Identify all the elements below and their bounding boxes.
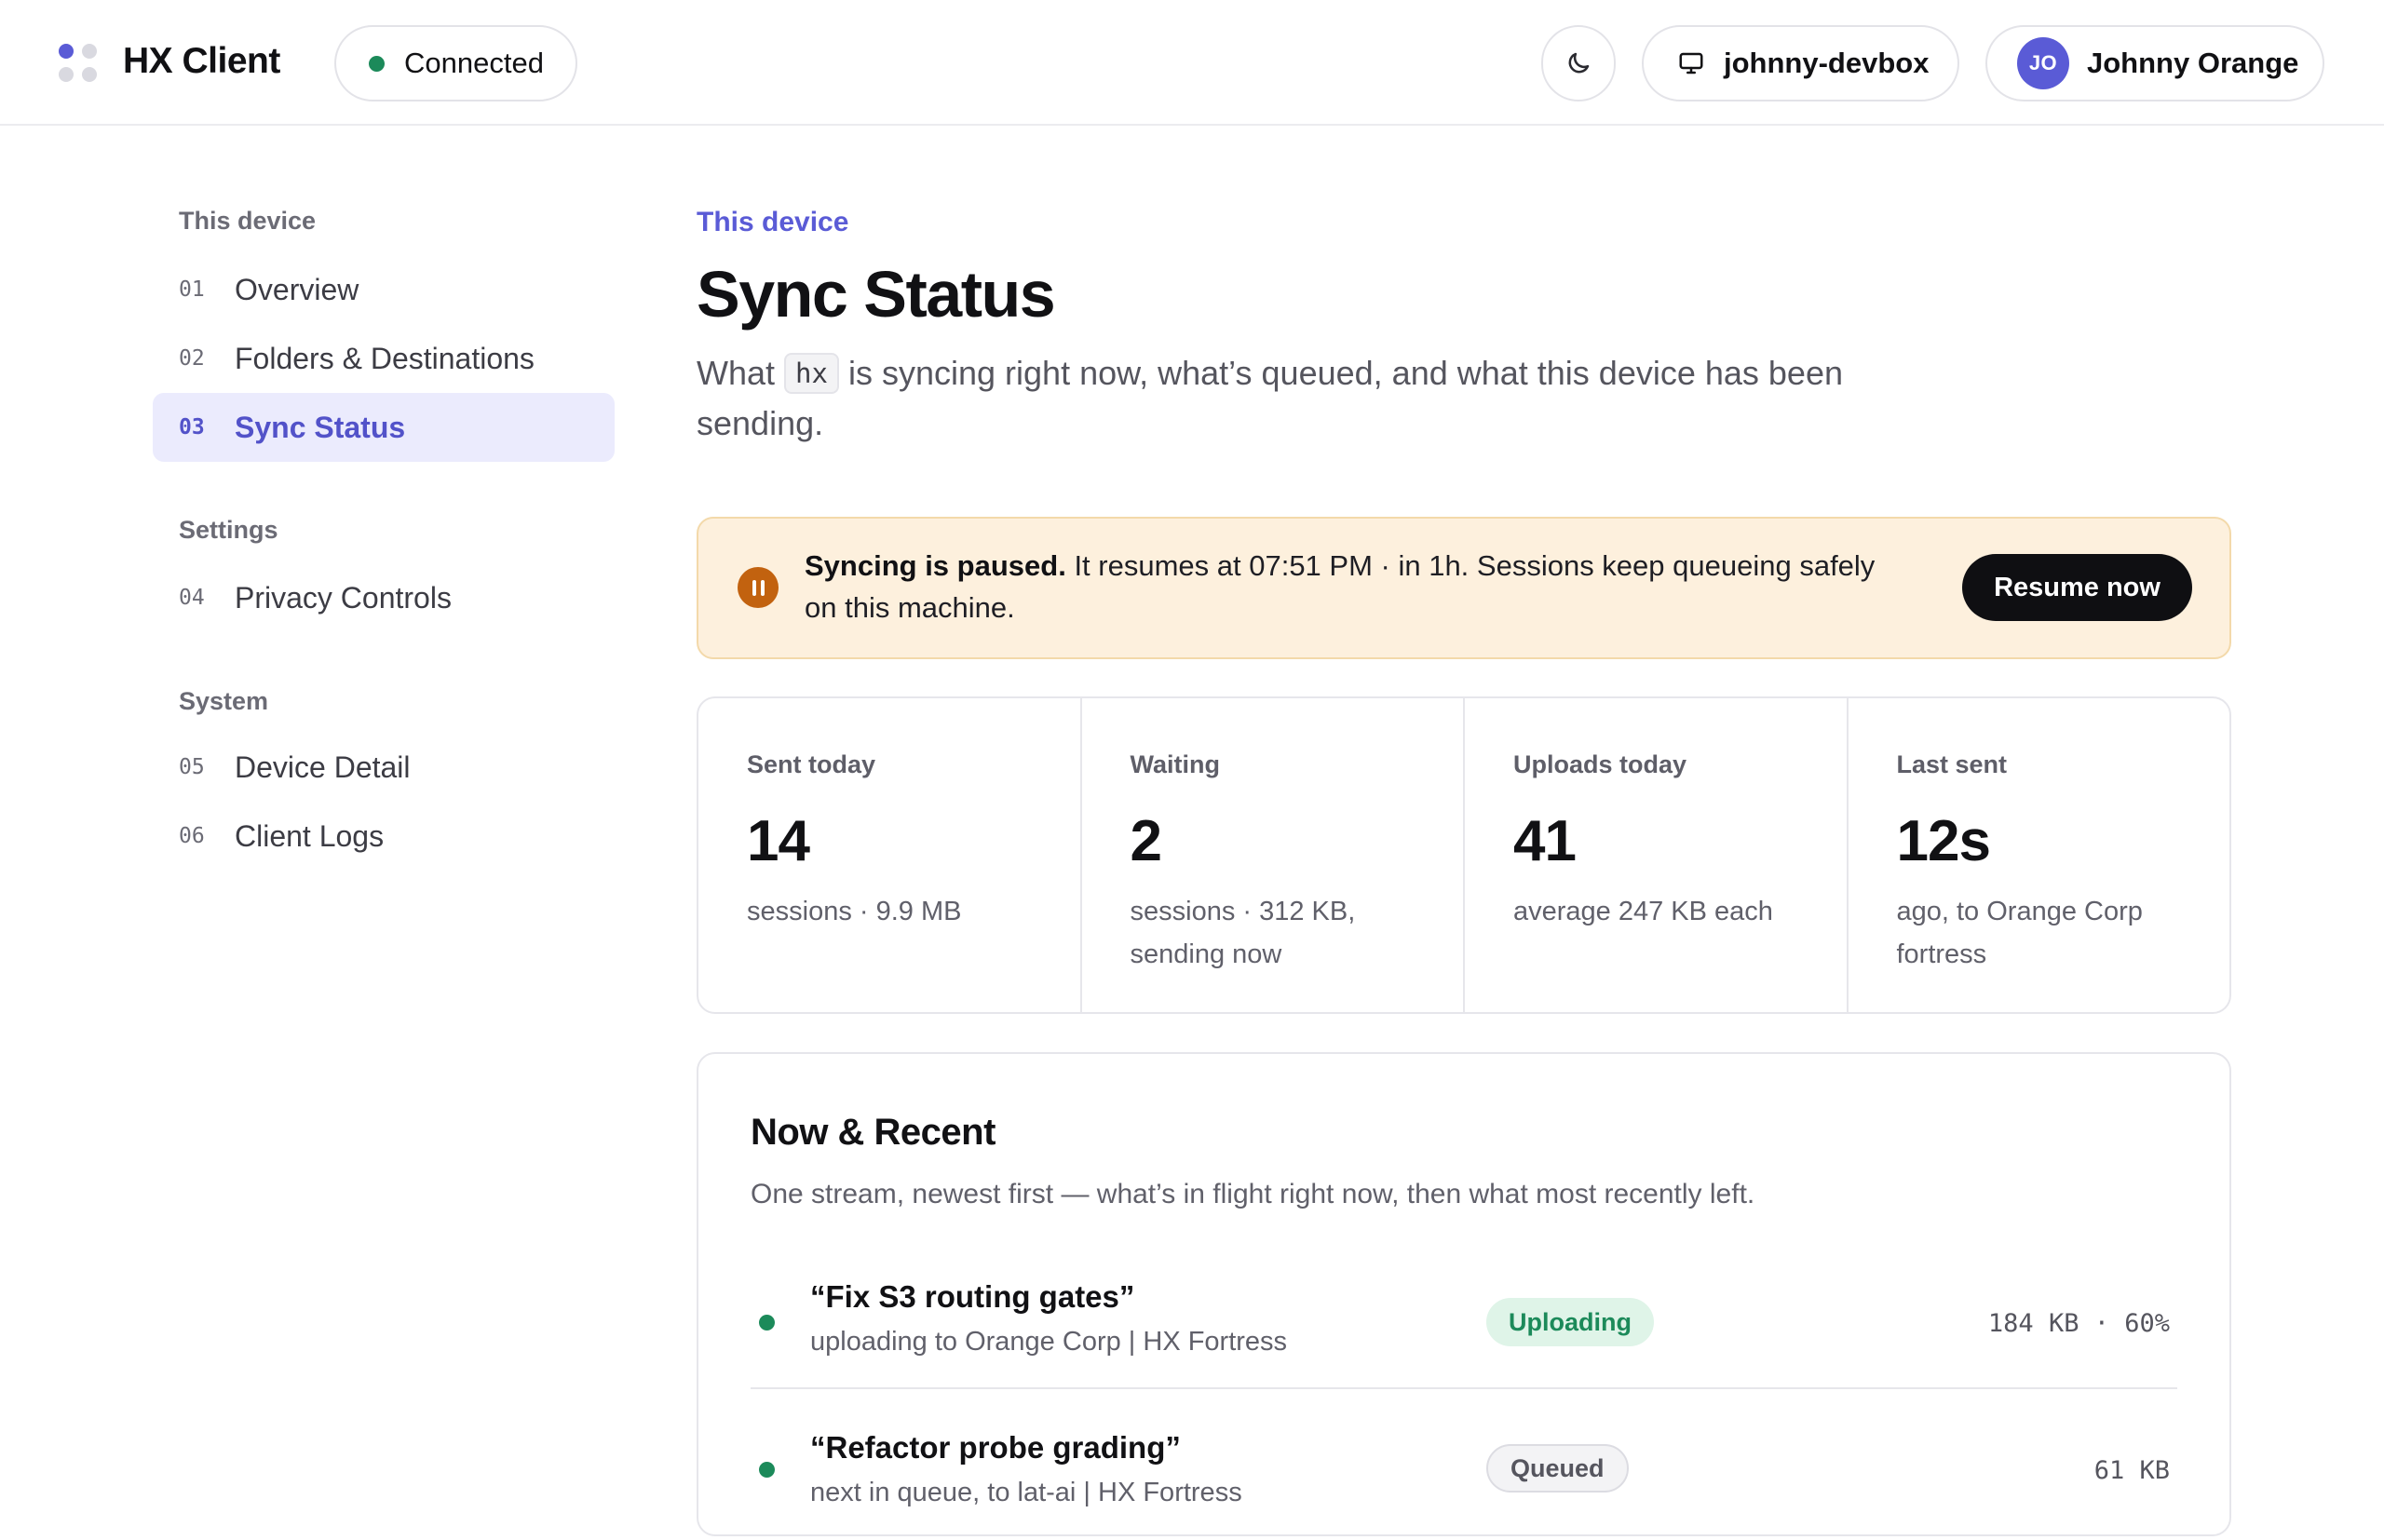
section-subtitle: One stream, newest first — what’s in fli… xyxy=(751,1179,1755,1209)
sidebar-item-label: Sync Status xyxy=(235,410,406,444)
list-item[interactable]: “Fix S3 routing gates” uploading to Oran… xyxy=(751,1240,2177,1389)
sidebar-item-label: Client Logs xyxy=(235,818,385,853)
paused-banner: Syncing is paused. It resumes at 07:51 P… xyxy=(697,517,2231,659)
page-title: Sync Status xyxy=(697,258,1056,331)
user-menu-button[interactable]: JO Johnny Orange xyxy=(1985,25,2324,101)
stat-card-sent-today: Sent today 14 sessions · 9.9 MB xyxy=(698,698,1082,1012)
device-selector-button[interactable]: johnny-devbox xyxy=(1642,25,1959,101)
stat-value: 14 xyxy=(747,809,810,873)
app-logo-icon xyxy=(59,44,98,83)
monitor-icon xyxy=(1679,52,1703,74)
sidebar-item-overview[interactable]: 01 Overview xyxy=(153,255,615,324)
stat-value: 2 xyxy=(1130,809,1162,873)
subtitle-text: What xyxy=(697,354,776,392)
sidebar-item-client-logs[interactable]: 06 Client Logs xyxy=(153,802,615,871)
sidebar-item-label: Folders & Destinations xyxy=(235,341,535,375)
top-bar: HX Client Connected johnny-devbox JO Joh… xyxy=(0,0,2384,126)
nav-number: 03 xyxy=(179,415,205,439)
stat-card-last-sent: Last sent 12s ago, to Orange Corp fortre… xyxy=(1849,698,2230,1012)
user-name: Johnny Orange xyxy=(2087,47,2299,79)
now-recent-panel: Now & Recent One stream, newest first — … xyxy=(697,1052,2231,1536)
sidebar-item-label: Device Detail xyxy=(235,750,411,784)
nav-number: 05 xyxy=(179,755,205,779)
nav-number: 01 xyxy=(179,277,205,302)
theme-toggle-button[interactable] xyxy=(1541,25,1616,101)
stat-card-waiting: Waiting 2 sessions · 312 KB, sending now xyxy=(1082,698,1465,1012)
code-chip: hx xyxy=(784,353,839,394)
subtitle-text: is syncing right now, what’s queued, and… xyxy=(697,354,1843,442)
nav-number: 06 xyxy=(179,824,205,848)
sidebar-section-this-device: This device xyxy=(179,207,317,235)
sidebar-item-label: Privacy Controls xyxy=(235,580,452,615)
page-eyebrow: This device xyxy=(697,207,849,237)
avatar: JO xyxy=(2017,37,2069,89)
status-dot-icon xyxy=(759,1462,775,1478)
moon-icon xyxy=(1568,52,1590,74)
connected-dot-icon xyxy=(369,55,385,72)
stats-panel: Sent today 14 sessions · 9.9 MB Waiting … xyxy=(697,696,2231,1014)
stat-card-uploads-today: Uploads today 41 average 247 KB each xyxy=(1465,698,1849,1012)
session-size: 184 KB · 60% xyxy=(1987,1309,2170,1338)
list-item[interactable]: “Refactor probe grading” next in queue, … xyxy=(751,1391,2177,1540)
session-title: “Refactor probe grading” xyxy=(810,1430,1181,1465)
banner-message: Syncing is paused. It resumes at 07:51 P… xyxy=(805,545,1903,628)
pause-icon xyxy=(738,567,779,608)
banner-bold: Syncing is paused. xyxy=(805,549,1066,582)
sidebar-item-device-detail[interactable]: 05 Device Detail xyxy=(153,733,615,802)
connection-status-pill[interactable]: Connected xyxy=(334,25,577,101)
resume-now-button[interactable]: Resume now xyxy=(1962,554,2192,621)
session-destination: next in queue, to lat-ai | HX Fortress xyxy=(810,1478,1242,1507)
sidebar-item-privacy-controls[interactable]: 04 Privacy Controls xyxy=(153,563,615,632)
session-destination: uploading to Orange Corp | HX Fortress xyxy=(810,1327,1288,1357)
stat-label: Last sent xyxy=(1896,750,2008,778)
connection-status-label: Connected xyxy=(404,47,544,79)
sidebar-item-sync-status[interactable]: 03 Sync Status xyxy=(153,393,615,462)
section-title: Now & Recent xyxy=(751,1112,996,1153)
session-title: “Fix S3 routing gates” xyxy=(810,1279,1135,1314)
stat-label: Sent today xyxy=(747,750,876,778)
nav-number: 02 xyxy=(179,346,205,371)
stat-note: sessions · 9.9 MB xyxy=(747,897,962,926)
stat-value: 12s xyxy=(1896,809,1991,873)
device-name: johnny-devbox xyxy=(1724,47,1930,79)
nav-number: 04 xyxy=(179,586,205,610)
app-name: HX Client xyxy=(123,41,280,81)
session-size: 61 KB xyxy=(2093,1456,2170,1485)
page-subtitle: What hx is syncing right now, what’s que… xyxy=(697,348,1907,449)
stat-note: sessions · 312 KB, sending now xyxy=(1130,897,1356,969)
stat-value: 41 xyxy=(1513,809,1577,873)
stat-label: Uploads today xyxy=(1513,750,1687,778)
status-badge: Queued xyxy=(1486,1444,1629,1493)
sidebar-item-label: Overview xyxy=(235,272,359,306)
stat-note: average 247 KB each xyxy=(1513,897,1773,926)
stat-label: Waiting xyxy=(1130,750,1220,778)
status-dot-icon xyxy=(759,1315,775,1331)
sidebar-section-settings: Settings xyxy=(179,516,278,544)
sidebar-section-system: System xyxy=(179,687,269,715)
status-badge: Uploading xyxy=(1486,1298,1654,1346)
sidebar-item-folders-destinations[interactable]: 02 Folders & Destinations xyxy=(153,324,615,393)
stat-note: ago, to Orange Corp fortress xyxy=(1896,897,2143,969)
